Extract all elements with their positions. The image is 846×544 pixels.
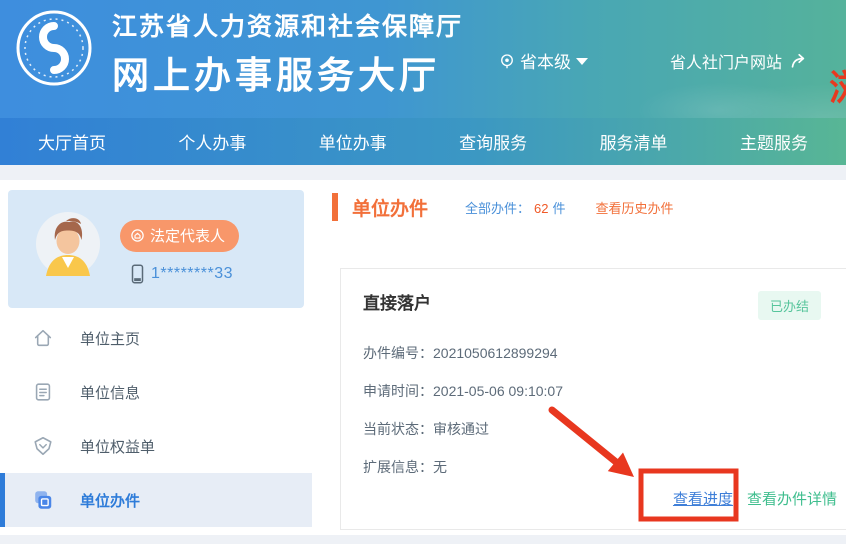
nav-item-service-list[interactable]: 服务清单: [570, 129, 698, 154]
card-action-links: 查看进度 查看办件详情: [673, 488, 837, 509]
field-label: 扩展信息：: [363, 459, 433, 475]
case-card: 直接落户 已办结 办件编号：2021050612899294 申请时间：2021…: [340, 268, 846, 530]
section-title: 单位办件: [352, 194, 428, 221]
history-cases-link[interactable]: 查看历史办件: [596, 198, 674, 217]
total-cases: 全部办件： 62 件: [465, 198, 566, 217]
total-count: 62: [534, 201, 548, 216]
status-badge: 已办结: [758, 291, 821, 320]
total-label: 全部办件：: [465, 201, 530, 216]
chevron-down-icon: [576, 58, 588, 65]
nav-item-home[interactable]: 大厅首页: [8, 129, 136, 154]
sidebar-item-label: 单位信息: [80, 382, 140, 403]
sidebar-item-label: 单位权益单: [80, 436, 155, 457]
field-value: 2021-05-06 09:10:07: [433, 383, 563, 399]
document-icon: [32, 381, 54, 403]
sidebar-item-label: 单位办件: [80, 490, 140, 511]
sidebar-menu: 单位主页 单位信息 单位权益单 单位办件: [0, 311, 312, 527]
sidebar: 法定代表人 1********33 单位主页 单位信息: [0, 180, 312, 535]
view-detail-link[interactable]: 查看办件详情: [747, 488, 837, 509]
shield-icon: [32, 435, 54, 457]
sidebar-item-unit-info[interactable]: 单位信息: [0, 365, 312, 419]
portal-link[interactable]: 省人社门户网站: [670, 49, 810, 73]
sidebar-item-unit-home[interactable]: 单位主页: [0, 311, 312, 365]
total-unit: 件: [553, 201, 566, 216]
files-icon: [32, 489, 54, 511]
nav-item-personal[interactable]: 个人办事: [148, 129, 276, 154]
masked-phone-number: 1********33: [151, 265, 233, 283]
nav-item-query[interactable]: 查询服务: [429, 129, 557, 154]
phone-row: 1********33: [130, 264, 233, 284]
phone-icon: [130, 264, 145, 284]
case-title: 直接落户: [363, 289, 431, 314]
field-label: 办件编号：: [363, 345, 433, 361]
user-card: 法定代表人 1********33: [8, 190, 304, 308]
sidebar-item-label: 单位主页: [80, 328, 140, 349]
field-extended-info: 扩展信息：无: [363, 457, 447, 477]
location-pin-icon: [498, 52, 516, 70]
view-progress-link[interactable]: 查看进度: [673, 488, 733, 509]
field-current-status: 当前状态：审核通过: [363, 419, 489, 439]
home-icon: [32, 327, 54, 349]
nav-item-theme-service[interactable]: 主题服务: [710, 129, 838, 154]
field-value: 无: [433, 459, 447, 475]
avatar: [36, 212, 100, 276]
main-content: 单位办件 全部办件： 62 件 查看历史办件 直接落户 已办结 办件编号：20210…: [312, 180, 846, 535]
external-link-arrow-icon: [790, 52, 810, 70]
field-value: 审核通过: [433, 421, 489, 437]
site-header: 江苏省人力资源和社会保障厅 网上办事服务大厅 省本级 省人社门户网站 浏: [0, 0, 846, 118]
region-selector[interactable]: 省本级: [498, 48, 588, 73]
sidebar-item-unit-cases[interactable]: 单位办件: [0, 473, 312, 527]
portal-label: 省人社门户网站: [670, 49, 782, 73]
nav-item-unit[interactable]: 单位办事: [289, 129, 417, 154]
agency-logo-icon: [14, 8, 94, 88]
field-value: 2021050612899294: [433, 345, 558, 361]
main-navigation: 大厅首页 个人办事 单位办事 查询服务 服务清单 主题服务: [0, 118, 846, 165]
org-title: 江苏省人力资源和社会保障厅: [112, 7, 463, 43]
field-label: 申请时间：: [363, 383, 433, 399]
page-title: 网上办事服务大厅: [112, 45, 463, 99]
sidebar-item-unit-rights[interactable]: 单位权益单: [0, 419, 312, 473]
field-apply-time: 申请时间：2021-05-06 09:10:07: [363, 381, 563, 401]
section-accent-bar: [332, 193, 338, 221]
role-badge: 法定代表人: [120, 220, 239, 252]
section-header: 单位办件 全部办件： 62 件 查看历史办件: [332, 193, 674, 221]
field-label: 当前状态：: [363, 421, 433, 437]
region-label: 省本级: [520, 48, 571, 73]
legal-representative-icon: [130, 228, 145, 243]
role-badge-label: 法定代表人: [150, 225, 225, 246]
field-case-number: 办件编号：2021050612899294: [363, 343, 558, 363]
clipped-edge-text: 浏: [829, 70, 846, 106]
